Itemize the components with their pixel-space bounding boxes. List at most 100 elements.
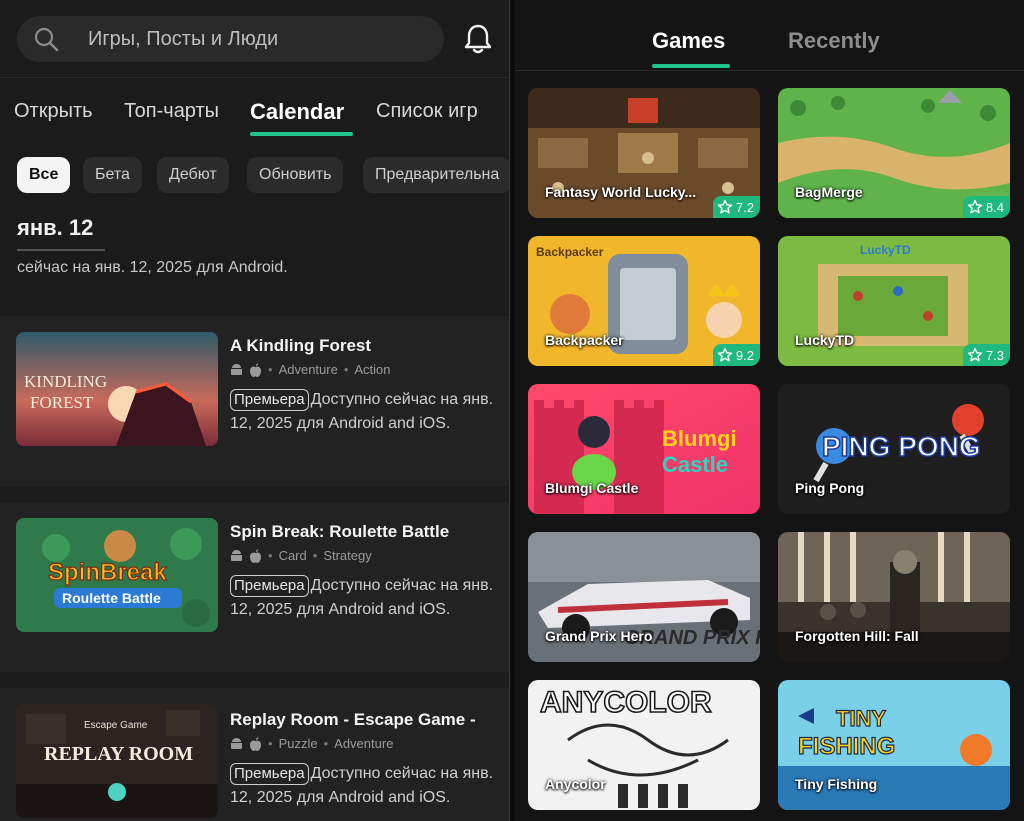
game-tile[interactable]: TINY FISHING Tiny Fishing [778,680,1010,810]
game-tile[interactable]: BagMerge 8.4 [778,88,1010,218]
chip-update[interactable]: Обновить [247,157,344,193]
active-tab-indicator [652,64,730,68]
release-lead: Доступно сейчас на [310,391,459,408]
thumb-title: REPLAY ROOM [44,743,193,765]
top-bar: Игры, Посты и Люди [0,0,509,78]
apple-icon [250,548,261,563]
meta-dot: • [268,736,273,751]
game-card[interactable]: SpinBreak Roulette Battle Spin Break: Ro… [0,502,509,672]
game-meta: • Card • Strategy [230,548,372,563]
kindling-forest-art: KINDLING FOREST [16,332,218,446]
game-thumbnail[interactable]: Escape Game REPLAY ROOM [16,704,218,818]
game-name: Anycolor [545,776,606,792]
apple-icon [250,362,261,377]
star-icon [967,199,983,214]
spin-break-art: SpinBreak Roulette Battle [16,518,218,632]
game-name: Ping Pong [795,480,865,496]
game-title[interactable]: A Kindling Forest [230,336,371,356]
art-title: ANYCOLOR [540,686,712,719]
game-tile[interactable]: PING PONG Ping Pong [778,384,1010,514]
chip-beta[interactable]: Бета [83,157,142,193]
meta-dot: • [343,362,349,377]
game-tile[interactable]: GRAND PRIX HERO Grand Prix Hero [528,532,760,662]
game-card[interactable]: Escape Game REPLAY ROOM Replay Room - Es… [0,688,509,821]
thumb-title-2: FOREST [30,393,94,412]
date-subtitle: сейчас на янв. 12, 2025 для Android. [17,259,288,276]
game-name: Tiny Fishing [795,776,878,792]
game-tile[interactable]: Forgotten Hill: Fall [778,532,1010,662]
genre-tag: Card [278,548,307,563]
tab-separator [515,70,1024,71]
search-placeholder: Игры, Посты и Люди [88,28,279,50]
genre-tag: Adventure [278,362,338,377]
date-heading: янв. 12 [17,215,94,240]
thumb-title: SpinBreak [48,559,167,586]
game-name: Fantasy World Lucky... [545,184,697,200]
art-title: Blumgi [662,426,737,451]
tab-open[interactable]: Открыть [14,100,93,123]
rating-badge: 7.2 [712,196,760,218]
release-description: Премьера Доступно сейчас на янв. 12, 2025… [230,762,500,810]
game-tile[interactable]: Backpacker Backpacker 9.2 [528,236,760,366]
meta-dot: • [268,548,273,563]
category-tabs: Открыть Топ-чарты Calendar Список игр [0,90,509,140]
release-description: Премьера Доступно сейчас на янв. 12, 2025… [230,388,500,436]
left-pane: Игры, Посты и Люди Открыть Топ-чарты Cal… [0,0,509,821]
rating-badge: 9.2 [712,344,760,366]
meta-dot: • [312,548,318,563]
android-icon [231,363,242,375]
art-title: PING PONG [822,431,981,462]
tab-recently[interactable]: Recently [788,28,880,54]
apple-icon [250,736,261,751]
chip-all[interactable]: Все [17,157,71,193]
star-icon [717,347,733,362]
tab-games[interactable]: Games [652,28,725,54]
premiere-badge: Премьера [230,575,309,597]
tab-calendar[interactable]: Calendar [250,99,344,125]
rating-value: 7.2 [735,199,754,215]
active-tab-indicator [250,132,353,136]
star-icon [967,347,983,362]
game-tile[interactable]: LuckyTD LuckyTD 7.3 [778,236,1010,366]
genre-tag: Strategy [323,548,372,563]
art-title: TINY [836,706,886,731]
search-input[interactable]: Игры, Посты и Люди [17,16,444,62]
game-thumbnail[interactable]: KINDLING FOREST [16,332,218,446]
rating-value: 8.4 [985,199,1004,215]
game-title[interactable]: Replay Room - Escape Game - [230,710,476,730]
tab-top-charts[interactable]: Топ-чарты [124,100,219,123]
game-name: LuckyTD [795,332,855,348]
game-name: Blumgi Castle [545,480,639,496]
art-title-2: Castle [662,452,728,477]
game-tile[interactable]: Blumgi Castle Blumgi Castle [528,384,760,514]
genre-tag: Adventure [334,736,394,751]
game-tile[interactable]: Fantasy World Lucky... 7.2 [528,88,760,218]
game-meta: • Puzzle • Adventure [230,736,393,751]
game-thumbnail[interactable]: SpinBreak Roulette Battle [16,518,218,632]
tab-game-list[interactable]: Список игр [376,100,478,123]
chip-debut[interactable]: Дебют [157,157,229,193]
thumb-subtitle: Escape Game [84,720,148,731]
filter-chips: Все Бета Дебют Обновить Предварительна [0,157,509,195]
game-tile[interactable]: ANYCOLOR Anycolor [528,680,760,810]
game-card[interactable]: KINDLING FOREST A Kindling Forest • Adve… [0,316,509,486]
meta-dot: • [268,362,273,377]
rating-value: 7.3 [985,347,1004,363]
bell-icon[interactable] [462,22,494,56]
game-name: Backpacker [545,332,624,348]
game-meta: • Adventure • Action [230,362,391,377]
release-description: Премьера Доступно сейчас на янв. 12, 2025… [230,574,500,622]
thumb-title: KINDLING [24,372,107,391]
art-title-2: FISHING [798,733,895,760]
art-title: LuckyTD [860,243,911,257]
premiere-badge: Премьера [230,763,309,785]
thumb-subtitle: Roulette Battle [62,590,161,606]
premiere-badge: Премьера [230,389,309,411]
game-name: BagMerge [795,184,863,200]
game-name: Grand Prix Hero [545,628,653,644]
game-title[interactable]: Spin Break: Roulette Battle [230,522,449,542]
android-icon [231,549,242,561]
right-pane: Games Recently Fantasy World Lucky... 7.… [515,0,1024,821]
rating-value: 9.2 [735,347,754,363]
chip-preregister[interactable]: Предварительна [363,157,509,193]
